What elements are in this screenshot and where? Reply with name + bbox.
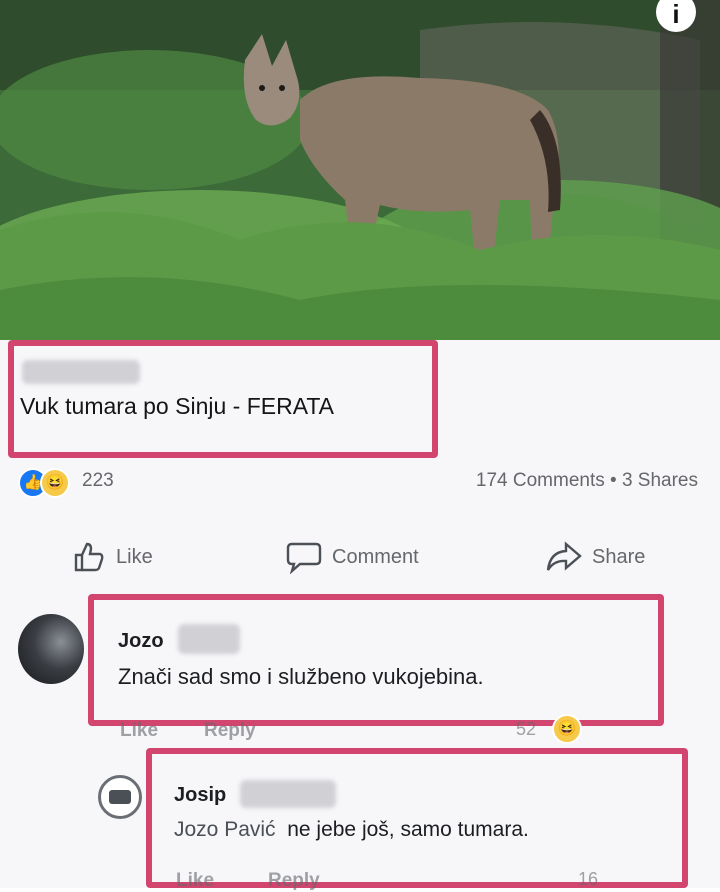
thumbs-up-icon xyxy=(74,542,104,572)
avatar-badge-icon xyxy=(109,790,131,804)
comment-reply-link[interactable]: Reply xyxy=(204,720,256,742)
reply-reaction-count[interactable]: 16 xyxy=(578,869,598,890)
reaction-count[interactable]: 223 xyxy=(82,470,114,492)
post-photo[interactable] xyxy=(0,0,720,340)
mention-link[interactable]: Jozo Pavić xyxy=(174,818,276,841)
comment-bubble-icon xyxy=(286,542,322,574)
like-button-label: Like xyxy=(116,545,153,568)
comment-button[interactable]: Comment xyxy=(286,540,419,574)
share-arrow-icon xyxy=(546,541,582,571)
reply-text-body: ne jebe još, samo tumara. xyxy=(287,818,529,841)
redacted-surname xyxy=(178,624,240,654)
share-button-label: Share xyxy=(592,545,646,568)
comment-highlight-box xyxy=(88,594,664,726)
reply-text: Jozo Pavić ne jebe još, samo tumara. xyxy=(174,818,529,842)
reply-commenter-name[interactable]: Josip xyxy=(174,784,226,807)
wolf-photo-illustration xyxy=(0,0,720,340)
commenter-avatar-josip[interactable] xyxy=(98,775,142,819)
haha-reaction-icon: 😆 xyxy=(552,714,582,744)
comment-like-link[interactable]: Like xyxy=(120,720,158,742)
reaction-icons[interactable]: 👍 😆 xyxy=(18,468,70,498)
reply-reply-link[interactable]: Reply xyxy=(268,870,320,892)
share-button[interactable]: Share xyxy=(546,540,645,574)
comment-reaction-icons: 😆 xyxy=(552,714,582,744)
comments-shares-count[interactable]: 174 Comments • 3 Shares xyxy=(476,470,698,492)
commenter-name[interactable]: Jozo xyxy=(118,630,164,653)
reply-like-link[interactable]: Like xyxy=(176,870,214,892)
comment-button-label: Comment xyxy=(332,545,419,568)
comment-text: Znači sad smo i službeno vukojebina. xyxy=(118,664,484,689)
like-button[interactable]: Like xyxy=(72,540,153,574)
redacted-surname xyxy=(240,780,336,808)
comment-reaction-count[interactable]: 52 xyxy=(516,719,536,740)
haha-reaction-icon: 😆 xyxy=(40,468,70,498)
commenter-avatar-jozo[interactable] xyxy=(18,614,84,684)
redacted-source-name xyxy=(22,360,140,384)
post-headline[interactable]: Vuk tumara po Sinju - FERATA xyxy=(20,393,334,420)
